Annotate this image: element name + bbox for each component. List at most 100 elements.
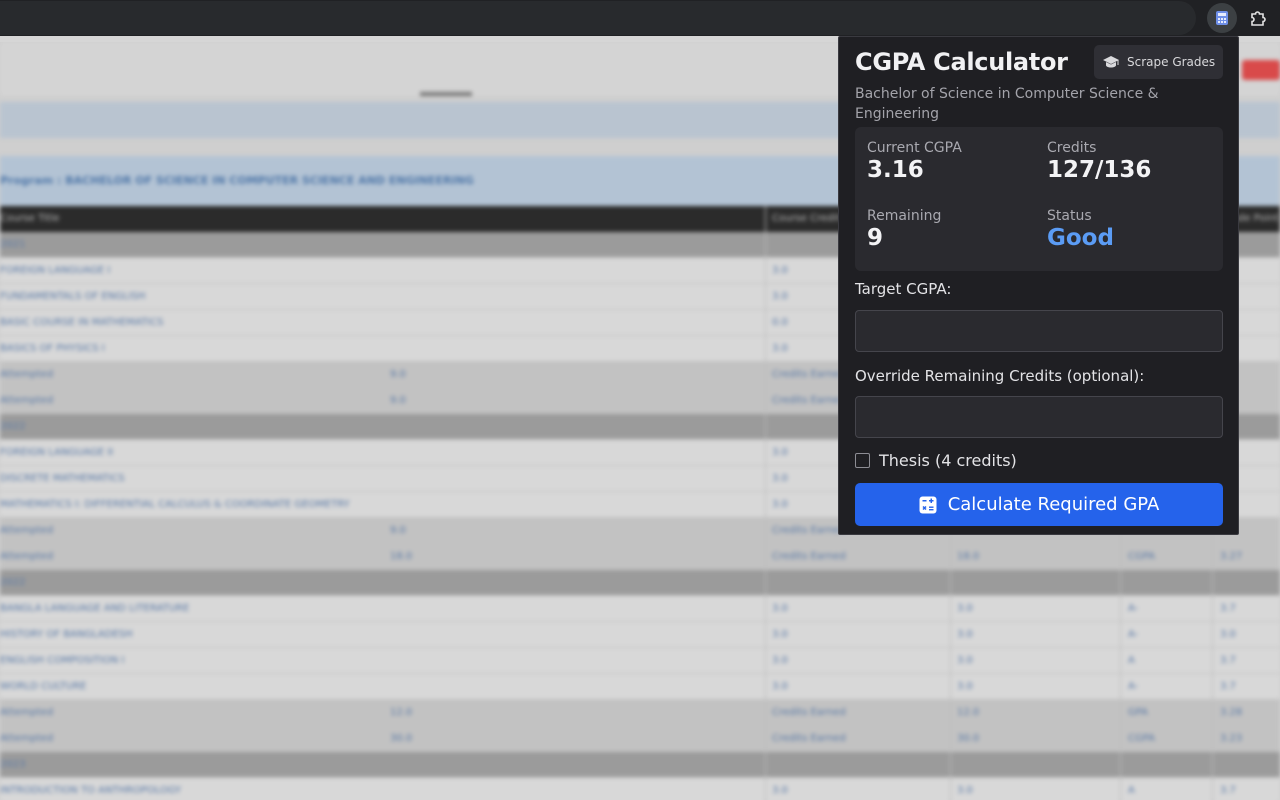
table-cell: Credits Earned <box>772 733 846 744</box>
table-cell: 3.0 <box>772 681 788 692</box>
table-column-header: Course Credit <box>772 213 841 224</box>
table-cell: 3.7 <box>1220 655 1236 666</box>
override-credits-input[interactable] <box>855 396 1223 438</box>
scrape-grades-button[interactable]: Scrape Grades <box>1094 45 1223 79</box>
table-cell: A <box>1128 655 1135 666</box>
status-stat: Status Good <box>1047 208 1114 251</box>
program-name: Bachelor of Science in Computer Science … <box>855 86 1159 122</box>
table-cell: 3.7 <box>1220 681 1236 692</box>
table-cell: 3.23 <box>1220 733 1243 744</box>
table-cell: A <box>1128 785 1135 796</box>
table-cell: 3.0 <box>772 265 788 276</box>
table-cell: 12.0 <box>390 707 413 718</box>
header-indicator <box>420 92 472 96</box>
table-cell: 3.0 <box>772 291 788 302</box>
status-label: Status <box>1047 208 1092 224</box>
table-cell: BASIC COURSE IN MATHEMATICS <box>0 317 164 328</box>
current-cgpa-value: 3.16 <box>867 157 924 183</box>
scrape-grades-label: Scrape Grades <box>1127 55 1216 69</box>
table-cell: WORLD CULTURE <box>0 681 87 692</box>
table-summary-row: Attempted 12.0 Credits Earned 12.0 GPA 3.28 <box>0 700 1280 726</box>
table-cell: Credits Earned <box>772 525 846 536</box>
table-cell: GPA <box>1128 707 1148 718</box>
table-row: BANGLA LANGUAGE AND LITERATURE 3.0 3.0 A- 3.… <box>0 596 1280 622</box>
popup-title: CGPA Calculator <box>855 48 1068 76</box>
table-cell: 2023 <box>0 759 26 770</box>
table-cell: INTRODUCTION TO ANTHROPOLOGY <box>0 785 182 796</box>
table-cell: 9.0 <box>390 369 406 380</box>
table-row: ENGLISH COMPOSITION I 3.0 3.0 A 3.7 <box>0 648 1280 674</box>
table-section-row: 2023 <box>0 752 1280 778</box>
override-credits-label: Override Remaining Credits (optional): <box>855 367 1145 385</box>
table-cell: 18.0 <box>390 551 413 562</box>
table-cell: ENGLISH COMPOSITION I <box>0 655 125 666</box>
table-cell: 3.27 <box>1220 551 1243 562</box>
table-cell: Credits Earned <box>772 551 846 562</box>
calculator-icon <box>1216 11 1228 25</box>
table-cell: A- <box>1128 681 1139 692</box>
extensions-menu-button[interactable] <box>1243 3 1273 33</box>
calculator-extension-button[interactable] <box>1207 3 1237 33</box>
table-cell: 9.0 <box>390 525 406 536</box>
table-row: WORLD CULTURE 3.0 3.0 A- 3.7 <box>0 674 1280 700</box>
table-cell: 30.0 <box>390 733 413 744</box>
table-cell: 3.0 <box>957 681 973 692</box>
remaining-stat: Remaining 9 <box>867 208 941 251</box>
calculate-required-gpa-button[interactable]: Calculate Required GPA <box>855 483 1223 526</box>
browser-toolbar <box>0 0 1280 36</box>
table-cell: DISCRETE MATHEMATICS <box>0 473 125 484</box>
table-cell: 3.0 <box>772 343 788 354</box>
table-cell: 3.0 <box>772 785 788 796</box>
table-cell: 9.0 <box>390 395 406 406</box>
credits-stat: Credits 127/136 <box>1047 140 1151 183</box>
table-cell: 3.7 <box>1220 785 1236 796</box>
table-cell: CGPA <box>1128 733 1155 744</box>
table-cell: Attempted <box>0 551 54 562</box>
table-cell: A- <box>1128 629 1139 640</box>
table-cell: 2022 <box>0 577 26 588</box>
table-cell: 3.0 <box>772 447 788 458</box>
site-logo <box>1242 60 1280 80</box>
graduation-cap-icon <box>1103 56 1119 68</box>
table-cell: 3.0 <box>1220 629 1236 640</box>
table-cell: 18.0 <box>957 551 980 562</box>
address-bar[interactable] <box>0 1 1196 35</box>
column-divider <box>765 206 766 800</box>
table-column-header: Course Title <box>0 213 60 224</box>
calculator-icon <box>919 496 937 513</box>
table-cell: A- <box>1128 603 1139 614</box>
table-cell: 30.0 <box>957 733 980 744</box>
table-cell: FOREIGN LANGUAGE I <box>0 265 111 276</box>
target-cgpa-label: Target CGPA: <box>855 280 952 298</box>
table-section-row: 2022 <box>0 570 1280 596</box>
table-cell: 12.0 <box>957 707 980 718</box>
calculate-required-gpa-label: Calculate Required GPA <box>947 494 1160 515</box>
table-cell: BANGLA LANGUAGE AND LITERATURE <box>0 603 190 614</box>
table-cell: Attempted <box>0 733 54 744</box>
table-cell: 3.0 <box>957 629 973 640</box>
table-cell: 3.28 <box>1220 707 1243 718</box>
table-row: INTRODUCTION TO ANTHROPOLOGY 3.0 3.0 A 3.7 <box>0 778 1280 800</box>
table-cell: Credits Earned <box>772 395 846 406</box>
table-cell: HISTORY OF BANGLADESH <box>0 629 133 640</box>
thesis-option[interactable]: Thesis (4 credits) <box>855 451 1017 470</box>
table-cell: 3.0 <box>957 603 973 614</box>
table-cell: 3.0 <box>772 499 788 510</box>
thesis-label: Thesis (4 credits) <box>879 451 1017 470</box>
table-cell: CGPA <box>1128 551 1155 562</box>
table-cell: 3.0 <box>772 655 788 666</box>
remaining-label: Remaining <box>867 208 942 224</box>
credits-label: Credits <box>1047 140 1097 156</box>
table-cell: Credits Earned <box>772 369 846 380</box>
table-cell: 3.0 <box>772 603 788 614</box>
table-cell: 3.7 <box>1220 603 1236 614</box>
puzzle-icon <box>1251 11 1266 26</box>
table-cell: Attempted <box>0 707 54 718</box>
table-cell: 0.0 <box>772 317 788 328</box>
table-summary-row: Attempted 18.0 Credits Earned 18.0 CGPA 3.27 <box>0 544 1280 570</box>
table-cell: 3.0 <box>957 785 973 796</box>
table-summary-row: Attempted 30.0 Credits Earned 30.0 CGPA 3.23 <box>0 726 1280 752</box>
target-cgpa-input[interactable] <box>855 310 1223 352</box>
current-cgpa-stat: Current CGPA 3.16 <box>867 140 962 183</box>
thesis-checkbox[interactable] <box>855 453 870 468</box>
